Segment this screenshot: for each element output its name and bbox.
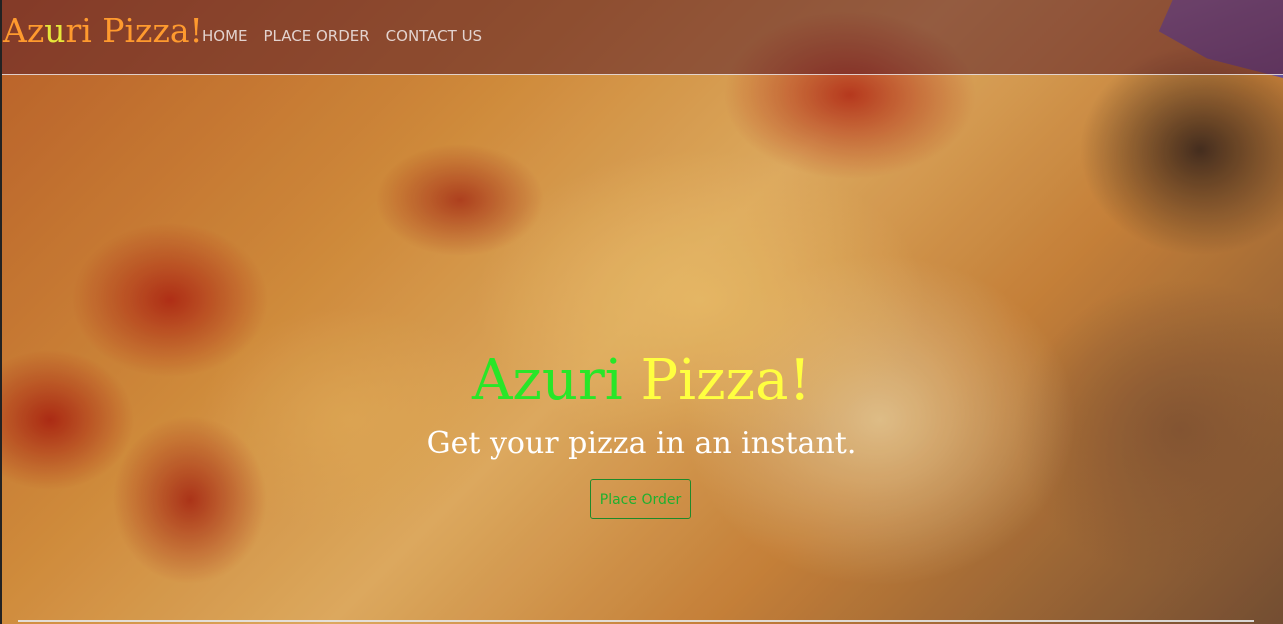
nav-links: HOME PLACE ORDER CONTACT US	[202, 26, 482, 46]
hero-background-image	[0, 0, 1283, 624]
nav-link-contact-us[interactable]: CONTACT US	[386, 26, 482, 46]
nav-link-place-order[interactable]: PLACE ORDER	[264, 26, 370, 46]
page: Azuri Pizza! HOME PLACE ORDER CONTACT US…	[0, 0, 1283, 624]
place-order-button[interactable]: Place Order	[590, 479, 691, 519]
hero-title-word-1: Azuri	[471, 348, 623, 413]
hero-subtitle: Get your pizza in an instant.	[426, 426, 857, 461]
brand-text-3: ri Pizza!	[65, 11, 203, 50]
hero-title: Azuri Pizza!	[0, 350, 1283, 412]
hero-title-word-2: Pizza!	[640, 348, 812, 413]
navbar: Azuri Pizza! HOME PLACE ORDER CONTACT US	[2, 0, 1283, 75]
brand-text-1: Az	[3, 11, 45, 50]
brand-text-2: u	[44, 11, 66, 50]
brand-logo-link[interactable]: Azuri Pizza!	[3, 9, 203, 53]
bottom-divider	[18, 620, 1254, 622]
left-edge	[0, 0, 2, 624]
nav-link-home[interactable]: HOME	[202, 26, 248, 46]
